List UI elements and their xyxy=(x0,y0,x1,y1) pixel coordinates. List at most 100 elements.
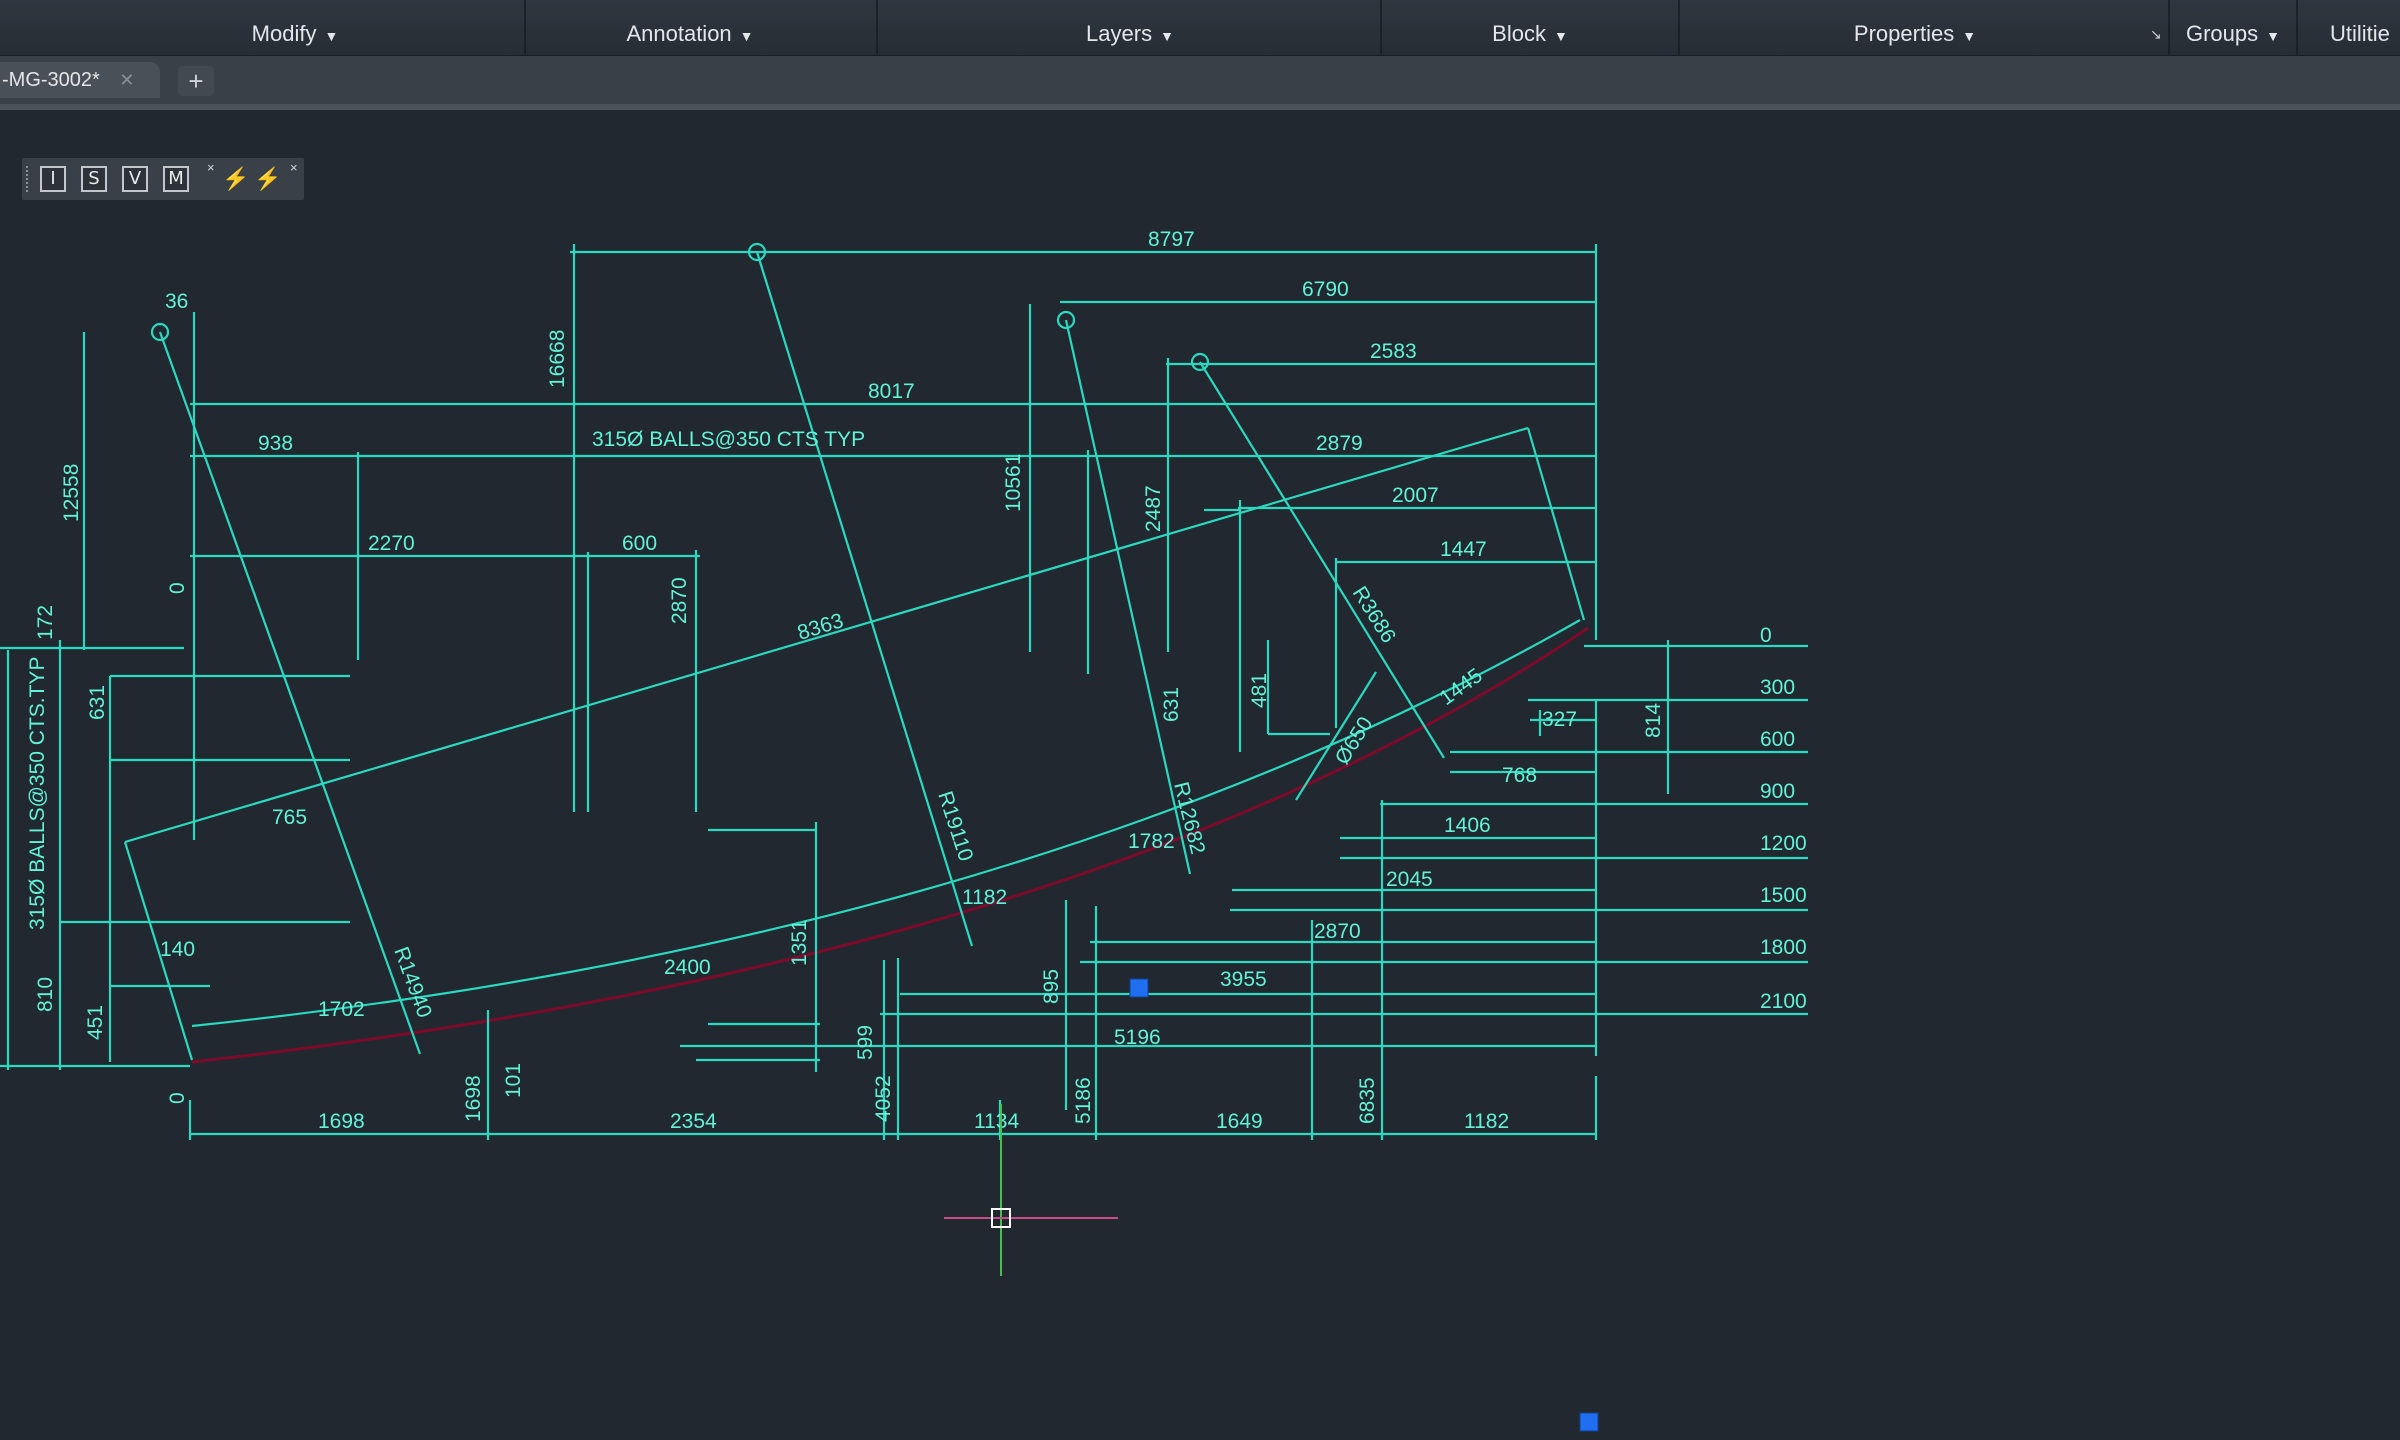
grip-handle[interactable] xyxy=(1129,978,1149,998)
spacing-text: 1782 xyxy=(1128,830,1175,853)
dim-text: 16668 xyxy=(546,330,569,388)
dim-text: 768 xyxy=(1502,764,1537,787)
dim-text: 6835 xyxy=(1356,1077,1379,1124)
dim-text: 938 xyxy=(258,432,293,455)
dim-text: 10561 xyxy=(1002,454,1025,512)
dim-text: 481 xyxy=(1248,673,1271,708)
dim-text: 810 xyxy=(34,977,57,1012)
panel-label: Annotation xyxy=(626,21,732,46)
dim-text: 101 xyxy=(502,1063,525,1098)
ribbon-panel-modify[interactable]: Modify ▼ xyxy=(220,14,370,54)
ribbon-panel-annotation[interactable]: Annotation ▼ xyxy=(600,14,780,54)
radius-line xyxy=(1199,361,1445,759)
dim-text: 2870 xyxy=(1314,920,1361,943)
radius-text: R12682 xyxy=(1169,780,1209,857)
drawing-canvas[interactable]: 36 8797 6790 2583 8017 938 2879 2007 144… xyxy=(0,104,2400,1440)
level-text: 300 xyxy=(1760,676,1795,699)
chevron-down-icon: ▼ xyxy=(1160,28,1174,44)
dim-text: 2007 xyxy=(1392,484,1439,507)
dim-text: 1698 xyxy=(318,1110,365,1133)
spacing-text: 1182 xyxy=(962,886,1007,909)
chevron-down-icon: ▼ xyxy=(324,28,339,44)
panel-expand-icon[interactable]: ↘ xyxy=(2150,26,2162,43)
ribbon-panel-block[interactable]: Block ▼ xyxy=(1460,14,1600,54)
ribbon-panel-properties[interactable]: Properties ▼ xyxy=(1830,14,2000,54)
dim-text: 0 xyxy=(166,1092,189,1104)
dim-text: 1351 xyxy=(788,919,811,966)
chevron-down-icon: ▼ xyxy=(1553,28,1568,44)
spacing-text: 1445 xyxy=(1435,664,1486,710)
dim-text: 36 xyxy=(165,290,188,313)
dim-text: 3955 xyxy=(1220,968,1267,991)
panel-label: Layers xyxy=(1086,21,1153,46)
dim-text: 599 xyxy=(854,1025,877,1060)
level-text: 0 xyxy=(1760,624,1772,647)
level-text: 1800 xyxy=(1760,936,1807,959)
dim-text: 327 xyxy=(1542,708,1577,731)
dim-text: 1406 xyxy=(1444,814,1491,837)
panel-divider xyxy=(2296,0,2298,55)
panel-divider xyxy=(876,0,878,55)
chevron-down-icon: ▼ xyxy=(739,28,754,44)
dim-text: 2354 xyxy=(670,1110,717,1133)
level-text: 900 xyxy=(1760,780,1795,803)
dim-text: 2270 xyxy=(368,532,415,555)
close-icon[interactable]: ✕ xyxy=(119,70,134,90)
dim-text: 1447 xyxy=(1440,538,1487,561)
dim-text: 8017 xyxy=(868,380,915,403)
dim-text: 2583 xyxy=(1370,340,1417,363)
dim-text: 5196 xyxy=(1114,1026,1161,1049)
panel-label: Properties xyxy=(1853,21,1955,46)
file-tab-label: -MG-3002* xyxy=(2,69,100,91)
file-tab-bar: -MG-3002* ✕ + xyxy=(0,56,2400,110)
new-tab-button[interactable]: + xyxy=(178,66,214,96)
dim-text: 2045 xyxy=(1386,868,1433,891)
radius-line xyxy=(755,251,974,947)
ribbon-panel-utilities[interactable]: Utilitie xyxy=(2330,14,2400,54)
dim-text: 2870 xyxy=(668,577,691,624)
dim-text: 631 xyxy=(86,685,109,720)
dim-text: 631 xyxy=(1160,687,1183,722)
dimension-geometry xyxy=(0,242,1808,1140)
panel-label: Modify xyxy=(251,21,317,46)
radius-text: R19110 xyxy=(933,788,977,864)
dim-text: 895 xyxy=(1040,969,1063,1004)
dim-text: 0 xyxy=(166,582,189,594)
level-text: 1200 xyxy=(1760,832,1807,855)
panel-label: Groups xyxy=(2185,21,2259,46)
file-tab[interactable]: -MG-3002* ✕ xyxy=(0,62,160,98)
level-text: 1500 xyxy=(1760,884,1807,907)
grip-handle[interactable] xyxy=(1579,1412,1599,1432)
panel-divider xyxy=(1678,0,1680,55)
dim-text: 8363 xyxy=(795,609,846,645)
ribbon-panel-groups[interactable]: Groups ▼ xyxy=(2178,14,2288,54)
dim-text: 1134 xyxy=(974,1110,1019,1133)
side-note-text: 315Ø BALLS@350 CTS.TYP xyxy=(26,657,49,930)
spacing-text: 765 xyxy=(272,806,307,829)
dim-text: 5186 xyxy=(1072,1077,1095,1124)
dim-text: 4052 xyxy=(872,1075,895,1122)
dim-text: 1182 xyxy=(1464,1110,1509,1133)
edge-curve xyxy=(191,626,1589,1064)
ribbon-panel-layers[interactable]: Layers ▼ xyxy=(1050,14,1210,54)
dim-text: 1649 xyxy=(1216,1110,1263,1133)
dim-text: 600 xyxy=(622,532,657,555)
dim-text: Ø650 xyxy=(1331,713,1378,769)
panel-divider xyxy=(1380,0,1382,55)
dim-text: 1698 xyxy=(462,1075,485,1122)
panel-label: Utilitie xyxy=(2330,21,2390,46)
level-text: 2100 xyxy=(1760,990,1807,1013)
spacing-text: 1702 xyxy=(318,998,365,1021)
dim-text: 451 xyxy=(84,1005,107,1040)
dim-text: 2879 xyxy=(1316,432,1363,455)
note-text: 315Ø BALLS@350 CTS TYP xyxy=(592,428,865,451)
radius-text: R14940 xyxy=(389,944,436,1021)
ribbon: Modify ▼ Annotation ▼ Layers ▼ Block ▼ Prope… xyxy=(0,0,2400,56)
dim-text: 814 xyxy=(1642,703,1665,738)
panel-divider xyxy=(524,0,526,55)
dim-text: 12558 xyxy=(60,464,83,522)
panel-label: Block xyxy=(1492,21,1546,46)
panel-divider xyxy=(2168,0,2170,55)
crosshair-cursor xyxy=(944,1104,1118,1276)
dim-text: 2487 xyxy=(1142,485,1165,532)
